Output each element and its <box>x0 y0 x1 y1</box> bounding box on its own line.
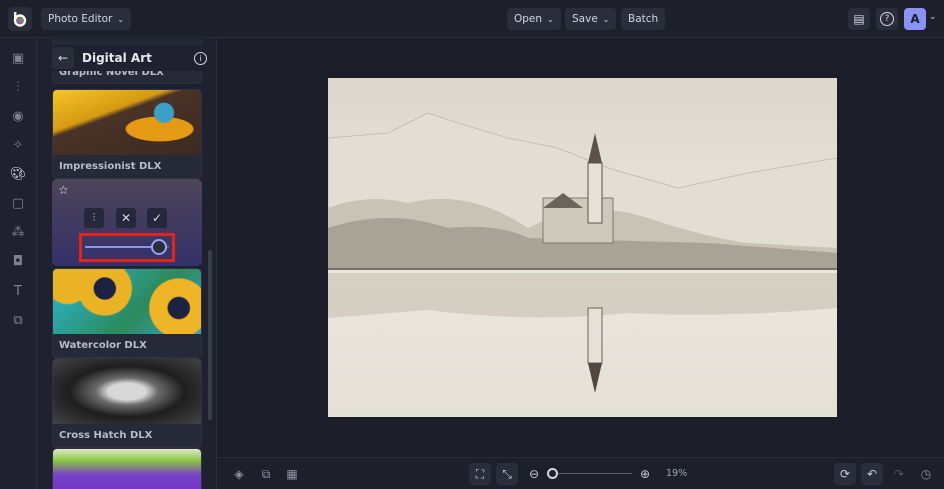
edited-photo <box>328 78 837 417</box>
effect-card-next[interactable] <box>52 448 202 489</box>
active-effect-card: ☆ ⫶ ✕ ✓ <box>52 179 202 266</box>
save-button[interactable]: Save ⌄ <box>565 8 617 30</box>
adjust-icon[interactable]: ⫶ <box>10 80 26 96</box>
zoom-slider-handle[interactable] <box>547 468 558 479</box>
chevron-down-icon: ⌄ <box>117 14 125 24</box>
batch-label: Batch <box>628 13 659 25</box>
intensity-slider[interactable] <box>85 239 169 255</box>
impressionist-thumbnail <box>53 90 201 155</box>
photo-editor-menu[interactable]: Photo Editor ⌄ <box>41 8 132 30</box>
tool-rail: ▣ ⫶ ◉ ✧ 🎨︎ ▢ ⁂ ◘ T ⧉ <box>0 39 37 489</box>
apply-check-icon[interactable]: ✓ <box>147 208 167 228</box>
compare-icon[interactable]: ⧉ <box>255 463 277 485</box>
watercolor-thumbnail <box>53 269 201 334</box>
comment-icon[interactable]: ▤ <box>848 8 870 30</box>
photo-editor-label: Photo Editor <box>48 13 113 25</box>
chevron-down-icon: ⌄ <box>547 14 554 24</box>
undo-icon[interactable]: ↶ <box>861 463 883 485</box>
settings-sliders-icon[interactable]: ⫶ <box>84 208 104 228</box>
graphics-icon[interactable]: ⁂ <box>10 225 26 241</box>
effect-card-cross-hatch[interactable]: Cross Hatch DLX <box>52 358 202 448</box>
effect-card-watercolor[interactable]: Watercolor DLX <box>52 268 202 358</box>
overlay-icon[interactable]: ◘ <box>10 254 26 270</box>
effects-panel: Graphic Novel DLX ← Digital Art i Impres… <box>37 39 217 489</box>
grid-icon[interactable]: ▦ <box>281 463 303 485</box>
panel-header: ← Digital Art i <box>52 45 207 71</box>
frame-icon[interactable]: ▢ <box>10 196 26 212</box>
account-chevron-icon[interactable]: ⌄ <box>929 12 937 22</box>
layers-icon[interactable]: ◈ <box>228 463 250 485</box>
app-logo[interactable] <box>8 7 32 31</box>
open-button[interactable]: Open ⌄ <box>507 8 561 30</box>
cross-hatch-thumbnail <box>53 359 201 424</box>
cancel-x-icon[interactable]: ✕ <box>116 208 136 228</box>
bottom-bar: ◈ ⧉ ▦ ⛶ ⤡ ⊖ ⊕ 19% ⟳ ↶ ↷ ◷ <box>218 457 944 489</box>
help-icon[interactable]: ? <box>876 8 898 30</box>
info-icon[interactable]: i <box>194 51 207 65</box>
reset-icon[interactable]: ⟳ <box>834 463 856 485</box>
slider-fill <box>85 246 159 248</box>
history-icon[interactable]: ◷ <box>915 463 937 485</box>
save-label: Save <box>572 13 598 25</box>
fit-screen-icon[interactable]: ⛶ <box>469 463 491 485</box>
effect-label: Watercolor DLX <box>59 340 147 351</box>
effects-icon[interactable]: ✧ <box>10 138 26 154</box>
panel-scrollbar[interactable] <box>208 250 212 420</box>
image-icon[interactable]: ▣ <box>10 51 26 67</box>
zoom-in-icon[interactable]: ⊕ <box>634 463 656 485</box>
slider-handle[interactable] <box>150 239 167 255</box>
zoom-out-icon[interactable]: ⊖ <box>523 463 545 485</box>
artsy-palette-icon[interactable]: 🎨︎ <box>10 167 27 183</box>
open-label: Open <box>514 13 543 25</box>
avatar[interactable]: A <box>904 8 926 30</box>
effect-card-impressionist[interactable]: Impressionist DLX <box>52 89 202 179</box>
zoom-slider[interactable] <box>547 468 632 479</box>
effect-label: Cross Hatch DLX <box>59 430 153 441</box>
top-bar: Photo Editor ⌄ Open ⌄ Save ⌄ Batch ▤ ? A ⌄ <box>0 0 944 38</box>
favorite-star-icon[interactable]: ☆ <box>58 183 69 197</box>
panel-title: Digital Art <box>82 51 152 65</box>
chevron-down-icon: ⌄ <box>602 14 610 24</box>
actual-size-icon[interactable]: ⤡ <box>496 463 518 485</box>
zoom-level: 19% <box>666 468 688 479</box>
batch-button[interactable]: Batch <box>621 8 666 30</box>
eye-icon[interactable]: ◉ <box>10 109 26 125</box>
redo-icon[interactable]: ↷ <box>888 463 910 485</box>
background-icon[interactable]: ⧉ <box>10 313 26 329</box>
effect-label: Impressionist DLX <box>59 161 162 172</box>
text-icon[interactable]: T <box>10 284 26 300</box>
back-arrow-icon[interactable]: ← <box>52 47 74 69</box>
